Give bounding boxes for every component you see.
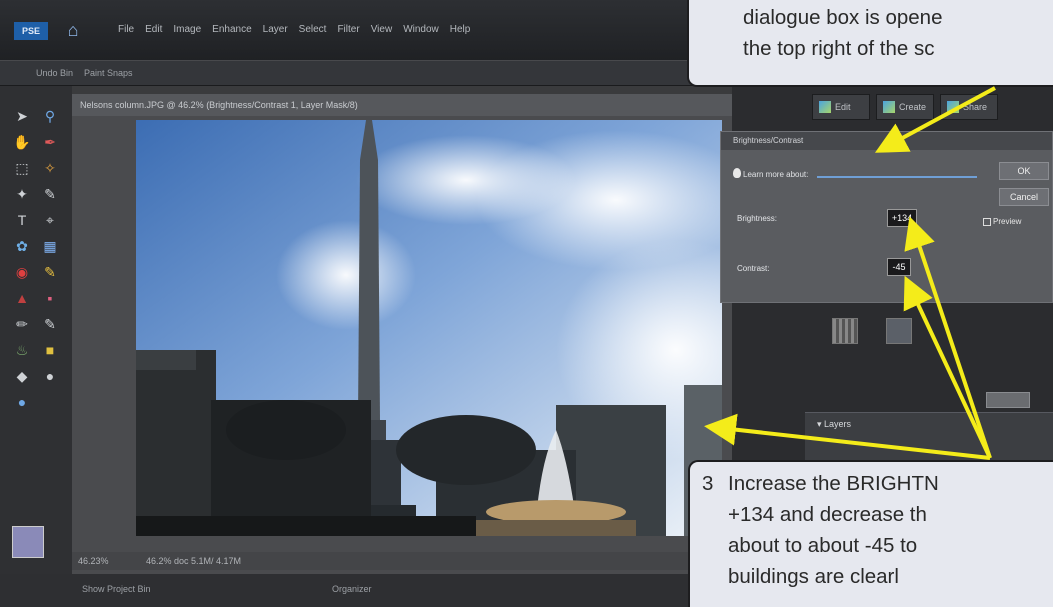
create-tab-icon bbox=[883, 101, 895, 113]
panel-tabs: Edit Create Share bbox=[812, 94, 998, 120]
preview-checkbox[interactable]: Preview bbox=[983, 217, 1021, 226]
grid-thumbnail[interactable] bbox=[832, 318, 858, 344]
home-icon[interactable]: ⌂ bbox=[62, 19, 84, 41]
crop-icon[interactable]: ⌖ bbox=[40, 210, 60, 230]
eyedropper-icon[interactable]: ✒ bbox=[40, 132, 60, 152]
panel-button[interactable] bbox=[986, 392, 1030, 408]
organizer-button[interactable]: Organizer bbox=[332, 584, 372, 594]
shape-tool-icon[interactable]: ◆ bbox=[12, 366, 32, 386]
callout-bottom-line-2: +134 and decrease th bbox=[728, 503, 927, 526]
photo-thumbnail[interactable] bbox=[886, 318, 912, 344]
menu-edit[interactable]: Edit bbox=[145, 24, 162, 35]
tab-share[interactable]: Share bbox=[940, 94, 998, 120]
marquee-icon[interactable]: ⬚ bbox=[12, 158, 32, 178]
edit-tab-icon bbox=[819, 101, 831, 113]
sponge-icon[interactable]: ● bbox=[12, 392, 32, 412]
type-tool-icon[interactable]: T bbox=[12, 210, 32, 230]
gradient-icon[interactable]: ■ bbox=[40, 340, 60, 360]
paint-bucket-icon[interactable]: ♨ bbox=[12, 340, 32, 360]
menu-image[interactable]: Image bbox=[173, 24, 201, 35]
menu-file[interactable]: File bbox=[118, 24, 134, 35]
callout-top: dialogue box is opene the top right of t… bbox=[687, 0, 1053, 87]
lasso-icon[interactable]: ✧ bbox=[40, 158, 60, 178]
callout-bottom-line-3: about to about -45 to bbox=[728, 534, 918, 557]
blur-icon[interactable]: ● bbox=[40, 366, 60, 386]
step-number: 3 bbox=[702, 472, 714, 495]
document-window: Nelsons column.JPG @ 46.2% (Brightness/C… bbox=[72, 94, 732, 574]
menu-help[interactable]: Help bbox=[450, 24, 471, 35]
callout-bottom-line-4: buildings are clearl bbox=[728, 565, 899, 588]
learn-more-link[interactable] bbox=[817, 176, 977, 178]
tab-create[interactable]: Create bbox=[876, 94, 934, 120]
trafalgar-square-photo bbox=[136, 120, 722, 536]
brightness-value-field[interactable]: +134 bbox=[887, 209, 917, 227]
document-title: Nelsons column.JPG @ 46.2% (Brightness/C… bbox=[72, 94, 732, 116]
toolbox: ➤ ⚲ ✋ ✒ ⬚ ✧ ✦ ✎ T ⌖ ✿ ▦ ◉ ✎ ▲ ▪ ✏ ✎ ♨ ■ … bbox=[0, 86, 72, 607]
undo-bin-button[interactable]: Undo Bin bbox=[36, 68, 73, 78]
app-logo: PSE bbox=[14, 22, 48, 40]
pencil-icon[interactable]: ✏ bbox=[12, 314, 32, 334]
spot-healing-icon[interactable]: ✎ bbox=[40, 262, 60, 282]
paint-snaps-button[interactable]: Paint Snaps bbox=[84, 68, 133, 78]
menu-layer[interactable]: Layer bbox=[263, 24, 288, 35]
menu-filter[interactable]: Filter bbox=[337, 24, 359, 35]
photo-canvas[interactable] bbox=[136, 120, 722, 536]
cancel-button[interactable]: Cancel bbox=[999, 188, 1049, 206]
document-status-bar: 46.23% 46.2% doc 5.1M/ 4.17M bbox=[72, 552, 732, 570]
move-tool-icon[interactable]: ➤ bbox=[12, 106, 32, 126]
callout-top-line-2: the top right of the sc bbox=[743, 37, 935, 60]
menu-view[interactable]: View bbox=[371, 24, 393, 35]
checkbox-icon bbox=[983, 217, 991, 226]
red-eye-icon[interactable]: ◉ bbox=[12, 262, 32, 282]
brush-icon[interactable]: ✎ bbox=[40, 314, 60, 334]
hand-tool-icon[interactable]: ✋ bbox=[12, 132, 32, 152]
menu-enhance[interactable]: Enhance bbox=[212, 24, 251, 35]
menu-window[interactable]: Window bbox=[403, 24, 439, 35]
share-tab-icon bbox=[947, 101, 959, 113]
magic-wand-icon[interactable]: ✦ bbox=[12, 184, 32, 204]
document-size: 46.2% doc 5.1M/ 4.17M bbox=[146, 556, 242, 566]
zoom-tool-icon[interactable]: ⚲ bbox=[40, 106, 60, 126]
zoom-level[interactable]: 46.23% bbox=[78, 552, 109, 570]
contrast-value-field[interactable]: -45 bbox=[887, 258, 911, 276]
eraser-icon[interactable]: ▪ bbox=[40, 288, 60, 308]
straighten-icon[interactable]: ▦ bbox=[40, 236, 60, 256]
menu-items: File Edit Image Enhance Layer Select Fil… bbox=[118, 24, 470, 35]
callout-bottom-line-1: 3 Increase the BRIGHTN bbox=[702, 468, 1053, 499]
callout-bottom: 3 Increase the BRIGHTN +134 and decrease … bbox=[688, 460, 1053, 607]
contrast-label: Contrast: bbox=[737, 264, 770, 273]
cookie-cutter-icon[interactable]: ✿ bbox=[12, 236, 32, 256]
learn-more-label: Learn more about: bbox=[743, 170, 809, 179]
show-project-bin-button[interactable]: Show Project Bin bbox=[82, 584, 151, 594]
dialog-title: Brightness/Contrast bbox=[721, 132, 1052, 150]
layers-header[interactable]: ▾ Layers bbox=[805, 413, 1053, 436]
ok-button[interactable]: OK bbox=[999, 162, 1049, 180]
tab-edit[interactable]: Edit bbox=[812, 94, 870, 120]
callout-top-line-1: dialogue box is opene bbox=[743, 6, 943, 29]
menu-select[interactable]: Select bbox=[299, 24, 327, 35]
brightness-contrast-dialog: Brightness/Contrast Learn more about: OK… bbox=[720, 131, 1053, 303]
clone-stamp-icon[interactable]: ▲ bbox=[12, 288, 32, 308]
brush-selection-icon[interactable]: ✎ bbox=[40, 184, 60, 204]
lightbulb-icon bbox=[733, 168, 741, 178]
foreground-color-swatch[interactable] bbox=[12, 526, 44, 558]
brightness-label: Brightness: bbox=[737, 214, 778, 223]
